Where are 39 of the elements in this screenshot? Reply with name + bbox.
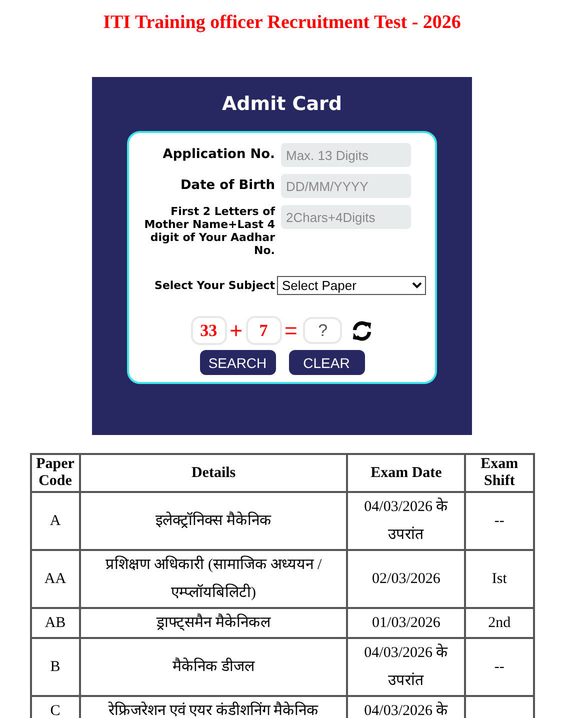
field-label: First 2 Letters of Mother Name+Last 4 digit of Your Aadhar No. (143, 205, 275, 257)
captcha-number: 33 (190, 316, 227, 345)
application-number-field[interactable]: Max. 13 Digits (281, 143, 411, 167)
field-label: Application No. (162, 146, 275, 164)
field-label: Select Your Subject (154, 279, 275, 292)
column-header: Exam Shift (465, 454, 534, 492)
table-cell: -- (465, 492, 534, 550)
refresh-icon[interactable] (351, 320, 374, 340)
captcha-answer-field[interactable]: ? (303, 317, 342, 344)
column-header: Paper Code (30, 454, 80, 492)
table-cell: -- (465, 638, 534, 696)
table-cell: ड्राफ्ट्समैन मैकेनिकल (80, 608, 348, 638)
table-cell: B (30, 638, 80, 696)
table-cell: 04/03/2026 के उपरांत (347, 492, 466, 550)
table-cell: A (30, 492, 80, 550)
table-cell: AB (30, 608, 80, 638)
table-cell: C (30, 696, 80, 718)
table-cell: AA (30, 550, 80, 608)
admit-card-heading: Admit Card (222, 93, 342, 115)
table-cell: 04/03/2026 के उपरांत (347, 638, 466, 696)
table-cell: 2nd (465, 608, 534, 638)
subject-select[interactable]: Select Paper (277, 276, 426, 295)
search-button[interactable]: SEARCH (200, 350, 276, 375)
page-title: ITI Training officer Recruitment Test - 2026 (103, 12, 461, 34)
column-header: Details (80, 454, 348, 492)
column-header: Exam Date (347, 454, 466, 492)
field-label: Date of Birth (180, 177, 275, 195)
birth-date-field[interactable]: DD/MM/YYYY (281, 174, 411, 198)
captcha-equals: = (284, 318, 298, 344)
captcha-number: 7 (246, 316, 282, 345)
table-cell: मैकेनिक डीजल (80, 638, 348, 696)
table-cell: Ist (465, 550, 534, 608)
captcha-operator: + (230, 318, 242, 344)
table-cell: इलेक्ट्रॉनिक्स मैकेनिक (80, 492, 348, 550)
table-cell: 01/03/2026 (347, 608, 466, 638)
clear-button[interactable]: CLEAR (288, 350, 364, 375)
aadhar-code-field[interactable]: 2Chars+4Digits (281, 205, 411, 229)
table-cell: प्रशिक्षण अधिकारी (सामाजिक अध्ययन / एम्प्लॉयबिलिटी) (80, 550, 348, 608)
table-cell: 02/03/2026 (347, 550, 466, 608)
